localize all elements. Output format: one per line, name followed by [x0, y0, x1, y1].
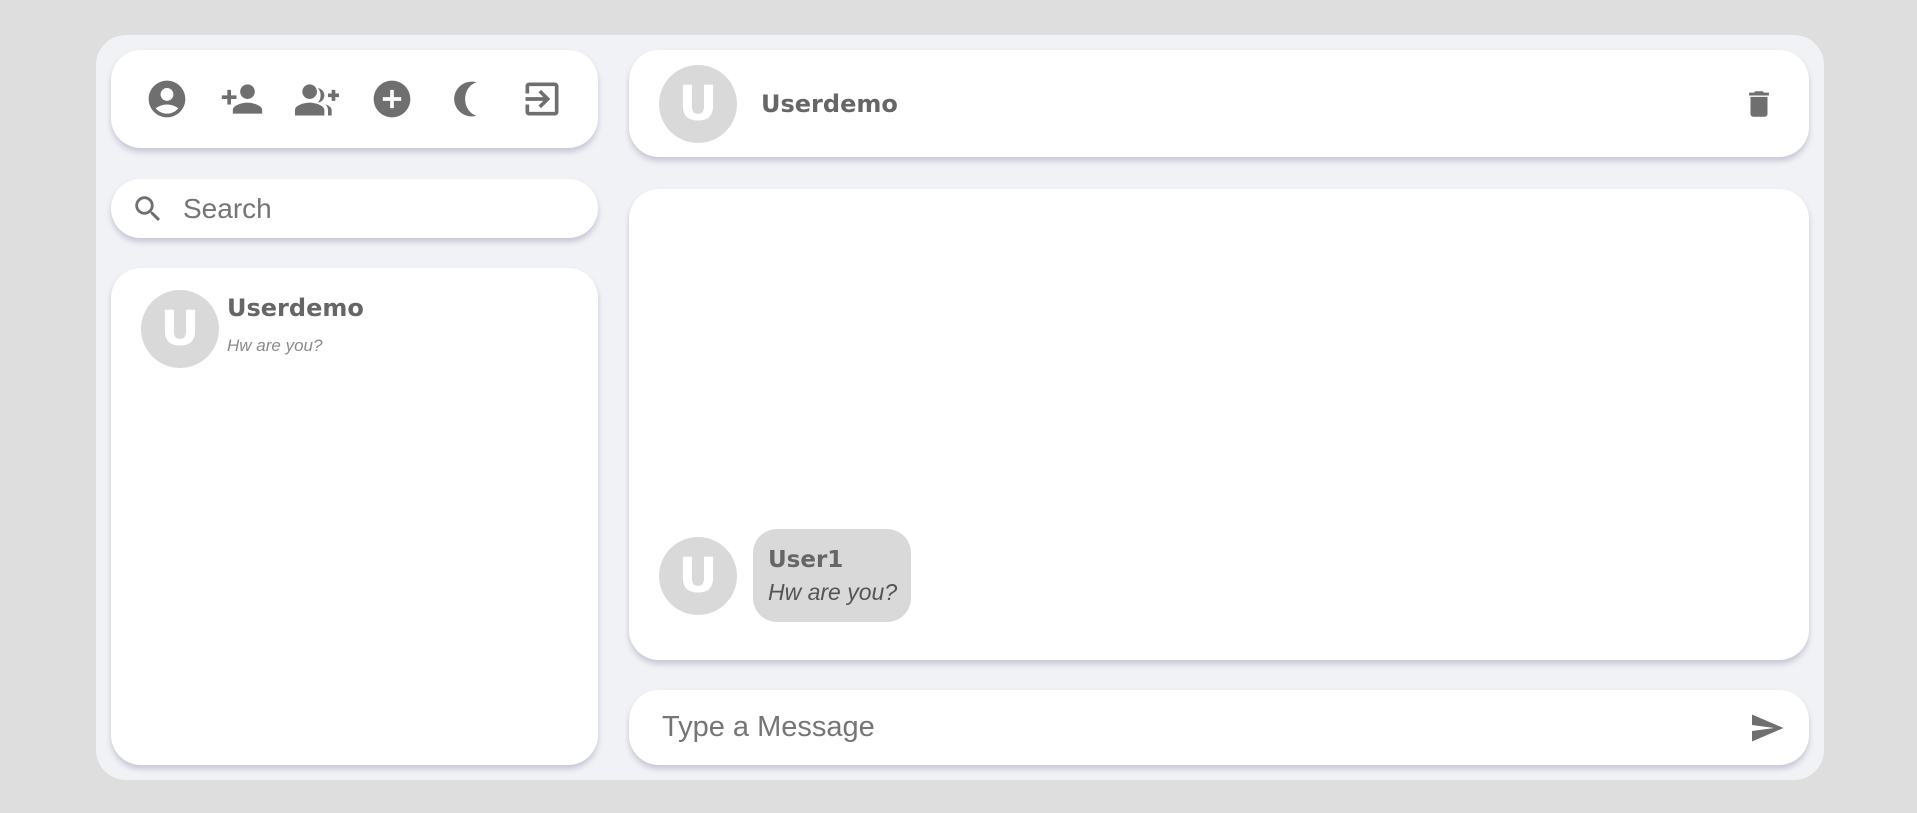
chat-header: U Userdemo	[629, 50, 1809, 157]
search-bar	[111, 179, 598, 238]
message-item: U User1 Hw are you?	[659, 529, 912, 622]
contact-text: Userdemo Hw are you?	[227, 290, 364, 356]
trash-icon	[1749, 90, 1769, 117]
avatar: U	[141, 290, 219, 368]
delete-chat-button[interactable]	[1739, 84, 1779, 124]
message-area: U User1 Hw are you?	[629, 189, 1809, 660]
avatar-initial: U	[160, 301, 200, 357]
moon-icon	[454, 81, 477, 117]
contact-item[interactable]: U Userdemo Hw are you?	[141, 290, 568, 368]
message-bubble: User1 Hw are you?	[753, 529, 912, 622]
message-avatar: U	[659, 536, 737, 615]
dark-mode-toggle[interactable]	[441, 73, 493, 125]
send-icon	[1752, 714, 1784, 741]
new-chat-button[interactable]	[366, 73, 418, 125]
contact-name: Userdemo	[227, 294, 364, 322]
chat-app: U Userdemo Hw are you? U Userdemo U User…	[96, 35, 1824, 780]
logout-button[interactable]	[516, 73, 568, 125]
send-button[interactable]	[1745, 706, 1789, 750]
message-composer	[629, 690, 1809, 765]
message-text: Hw are you?	[768, 579, 898, 605]
search-icon	[135, 195, 161, 221]
account-circle-icon	[148, 80, 185, 118]
search-input[interactable]	[183, 192, 563, 225]
avatar-initial: U	[678, 547, 718, 604]
group-add-icon	[294, 84, 339, 116]
message-sender: User1	[768, 547, 844, 573]
add-circle-icon	[373, 80, 411, 118]
chat-header-avatar: U	[659, 64, 737, 143]
logout-icon	[525, 82, 559, 116]
avatar-initial: U	[678, 75, 718, 132]
contact-last-message: Hw are you?	[227, 336, 323, 355]
message-input[interactable]	[662, 711, 1745, 744]
add-contact-button[interactable]	[216, 73, 268, 125]
create-group-button[interactable]	[291, 73, 343, 125]
toolbar	[111, 50, 598, 148]
chat-title: Userdemo	[761, 89, 898, 118]
contact-list: U Userdemo Hw are you?	[111, 268, 598, 765]
profile-button[interactable]	[141, 73, 193, 125]
person-add-icon	[221, 84, 262, 114]
